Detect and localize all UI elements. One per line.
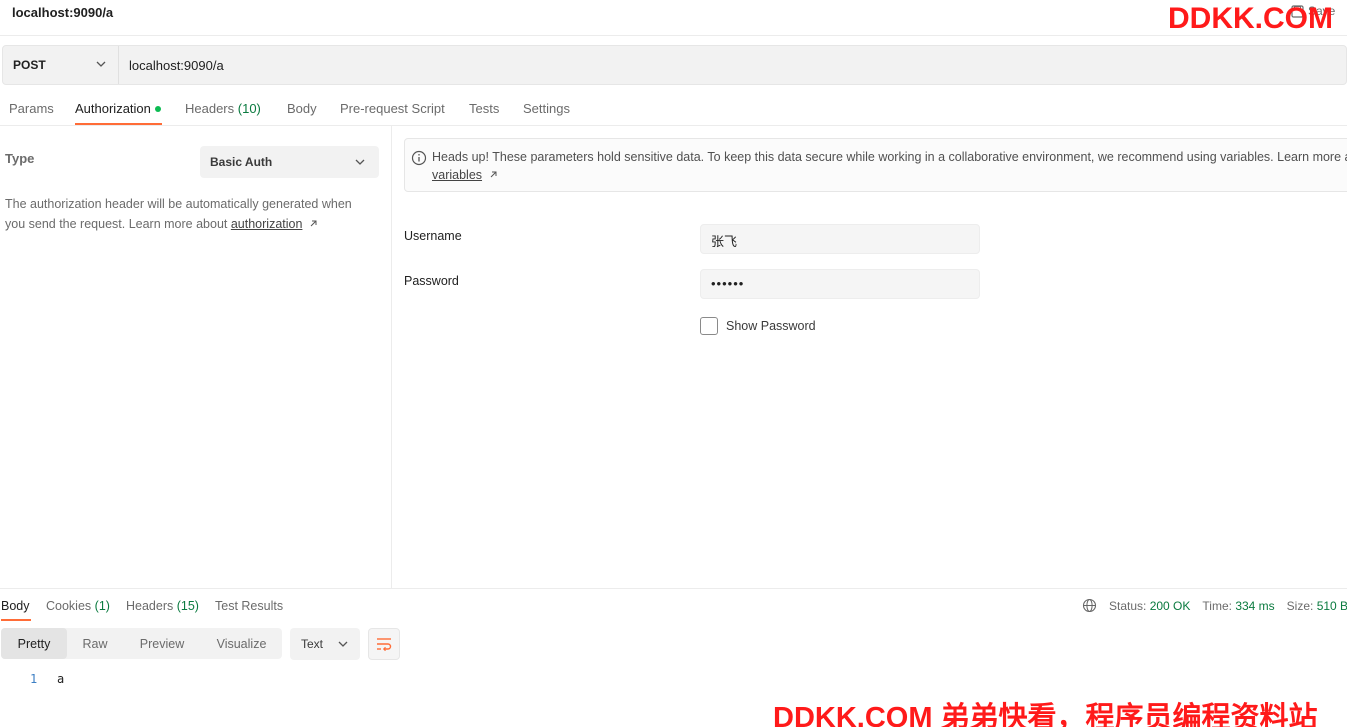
tab-headers[interactable]: Headers (10) (185, 101, 261, 116)
info-icon (411, 150, 427, 166)
tab-label: Test Results (215, 599, 284, 613)
url-input[interactable]: localhost:9090/a (129, 58, 224, 73)
tab-label: Tests (469, 101, 500, 116)
request-tabs: Params Authorization Headers (10) Body P… (0, 92, 1347, 126)
sensitive-data-notice: Heads up! These parameters hold sensitiv… (404, 138, 1347, 192)
globe-icon[interactable] (1082, 598, 1097, 613)
method-label: POST (13, 58, 46, 72)
time-label: Time: (1202, 598, 1232, 613)
tab-params[interactable]: Params (9, 101, 54, 116)
username-label: Username (404, 229, 462, 243)
response-tab-headers[interactable]: Headers (15) (126, 599, 199, 613)
tab-settings[interactable]: Settings (523, 101, 570, 116)
chevron-down-icon (338, 641, 348, 647)
response-tabs: Body Cookies (1) Headers (15) Test Resul… (0, 588, 1347, 621)
password-label: Password (404, 274, 459, 288)
tab-count: (15) (176, 599, 199, 613)
view-tab-visualize[interactable]: Visualize (201, 628, 282, 659)
tab-count: (10) (237, 101, 261, 116)
password-input[interactable]: •••••• (700, 269, 980, 299)
active-indicator-dot (154, 105, 161, 112)
notice-link-line: variables (432, 168, 498, 182)
line-number: 1 (30, 672, 38, 686)
type-label: Type (5, 151, 35, 166)
response-tab-cookies[interactable]: Cookies (1) (46, 599, 110, 613)
request-title[interactable]: localhost:9090/a (12, 5, 113, 20)
tab-tests[interactable]: Tests (469, 101, 499, 116)
status-value[interactable]: 200 OK (1150, 599, 1191, 613)
chevron-down-icon (96, 61, 106, 67)
auth-type-value: Basic Auth (210, 155, 273, 169)
view-tab-pretty[interactable]: Pretty (1, 628, 67, 659)
view-tab-preview[interactable]: Preview (123, 628, 201, 659)
code-line-text: a (57, 672, 65, 686)
tab-label: Authorization (75, 101, 151, 116)
format-select[interactable]: Text (290, 628, 360, 660)
tab-label: Body (1, 599, 30, 613)
time-value[interactable]: 334 ms (1235, 599, 1274, 613)
notice-text: Heads up! These parameters hold sensitiv… (432, 150, 1347, 164)
tab-authorization[interactable]: Authorization (75, 101, 161, 116)
tab-pre-request-script[interactable]: Pre-request Script (340, 101, 445, 116)
tab-label: Headers (126, 599, 174, 613)
tab-label: Settings (523, 101, 570, 116)
url-bar: POST localhost:9090/a (2, 45, 1347, 85)
watermark-top: DDKK.COM (1168, 2, 1333, 35)
tab-label: Headers (185, 101, 235, 116)
watermark-bottom: DDKK.COM 弟弟快看，程序员编程资料站 (773, 702, 1318, 727)
auth-description: The authorization header will be automat… (5, 194, 375, 234)
view-mode-tabs: Pretty Raw Preview Visualize (1, 628, 282, 659)
status-label: Status: (1109, 598, 1147, 613)
title-bar: localhost:9090/a Save DDKK.COM (0, 0, 1347, 36)
active-tab-underline (1, 619, 31, 621)
tab-label: Body (287, 101, 317, 116)
wrap-lines-button[interactable] (368, 628, 400, 660)
auth-type-pane: Type Basic Auth The authorization header… (0, 126, 392, 588)
authorization-link[interactable]: authorization (231, 217, 303, 231)
response-status-area: Status: 200 OK Time: 334 ms Size: 510 B (1082, 598, 1347, 613)
external-link-icon (490, 171, 497, 178)
response-tab-body[interactable]: Body (1, 599, 30, 613)
tab-label: Params (9, 101, 54, 116)
tab-body[interactable]: Body (287, 101, 317, 116)
variables-link[interactable]: variables (432, 168, 482, 182)
auth-type-select[interactable]: Basic Auth (200, 146, 379, 178)
size-value[interactable]: 510 B (1317, 599, 1347, 613)
username-input[interactable]: 张飞 (700, 224, 980, 254)
format-value: Text (301, 637, 324, 651)
tab-count: (1) (94, 599, 110, 613)
chevron-down-icon (355, 159, 365, 165)
view-tab-raw[interactable]: Raw (67, 628, 123, 659)
show-password-label: Show Password (726, 319, 816, 333)
size-label: Size: (1286, 598, 1314, 613)
response-tab-test-results[interactable]: Test Results (215, 599, 283, 613)
external-link-icon (310, 220, 317, 227)
show-password-toggle[interactable]: Show Password (700, 317, 816, 335)
show-password-checkbox[interactable] (700, 317, 718, 335)
tab-label: Pre-request Script (340, 101, 445, 116)
wrap-lines-icon (377, 638, 392, 651)
tab-label: Cookies (46, 599, 92, 613)
active-tab-underline (75, 123, 162, 125)
method-select[interactable]: POST (3, 46, 119, 84)
